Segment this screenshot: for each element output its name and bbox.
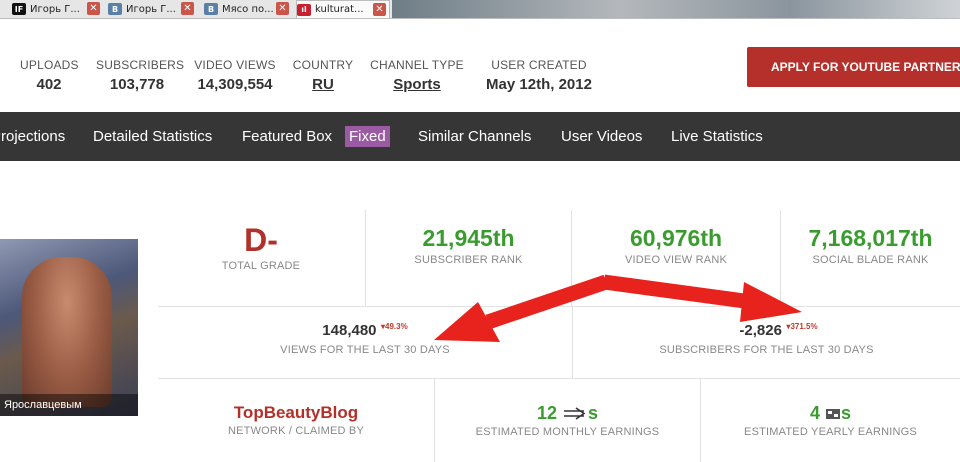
stat-user-created: USER CREATED May 12th, 2012 xyxy=(480,58,598,93)
social-blade-rank-value: 7,168,017th xyxy=(808,225,933,251)
tab-title: Игорь Г... xyxy=(30,3,80,15)
monthly-earnings-value: 12 xyxy=(536,403,557,423)
stat-uploads: UPLOADS 402 xyxy=(20,58,79,93)
subscriber-rank-label: SUBSCRIBER RANK xyxy=(414,254,523,266)
close-tab-icon[interactable]: ✕ xyxy=(276,2,289,15)
subs-30-days-change: 371.5% xyxy=(790,322,818,331)
video-view-rank-value: 60,976th xyxy=(629,225,723,251)
channel-banner-edge xyxy=(392,0,960,18)
stat-subscribers: SUBSCRIBERS 103,778 xyxy=(96,58,185,93)
social-blade-rank-card: 7,168,017th SOCIAL BLADE RANK xyxy=(781,225,960,266)
yearly-earnings-suffix: s xyxy=(841,403,852,423)
stat-value: 14,309,554 xyxy=(197,76,273,93)
subs-30-days-card: -2,826 ▾371.5% SUBSCRIBERS FOR THE LAST … xyxy=(573,322,960,356)
nav-featured-box[interactable]: Featured Box xyxy=(242,112,332,161)
yearly-earnings-card: 4 s ESTIMATED YEARLY EARNINGS xyxy=(701,403,960,438)
video-view-rank-card: 60,976th VIDEO VIEW RANK xyxy=(572,225,780,266)
if-site-icon: IF xyxy=(12,3,26,15)
nav-fixed-label: Fixed xyxy=(345,126,390,147)
censored-scribble-icon xyxy=(826,409,840,420)
browser-tab-1[interactable]: IF Игорь Г... ✕ xyxy=(12,0,100,18)
network-value[interactable]: TopBeautyBlog xyxy=(158,403,434,423)
stat-country: COUNTRY RU xyxy=(292,58,354,93)
network-card: TopBeautyBlog NETWORK / CLAIMED BY xyxy=(158,403,434,437)
vk-site-icon: B xyxy=(204,3,218,15)
total-grade-label: TOTAL GRADE xyxy=(221,260,301,272)
stat-channel-type: CHANNEL TYPE Sports xyxy=(370,58,464,93)
browser-tab-3[interactable]: B Мясо по... ✕ xyxy=(204,0,292,18)
divider xyxy=(158,378,960,379)
apply-partnership-button[interactable]: APPLY FOR YOUTUBE PARTNERSHIP xyxy=(747,47,960,87)
stat-label: COUNTRY xyxy=(292,58,354,72)
monthly-earnings-card: 12 s ESTIMATED MONTHLY EARNINGS xyxy=(435,403,700,438)
tab-title: kulturat... xyxy=(315,4,364,15)
nav-similar-channels[interactable]: Similar Channels xyxy=(418,112,531,161)
tab-title: Игорь Г... xyxy=(126,3,176,15)
nav-detailed-statistics[interactable]: Detailed Statistics xyxy=(93,112,212,161)
channel-avatar: Ярославцевым xyxy=(0,239,138,416)
stat-label: UPLOADS xyxy=(20,58,79,72)
nav-live-statistics[interactable]: Live Statistics xyxy=(671,112,763,161)
stat-label: SUBSCRIBERS xyxy=(96,58,185,72)
avatar-caption: Ярославцевым xyxy=(0,394,138,416)
stat-label: CHANNEL TYPE xyxy=(370,58,464,72)
subs-30-days-label: SUBSCRIBERS FOR THE LAST 30 DAYS xyxy=(659,344,874,356)
close-tab-icon[interactable]: ✕ xyxy=(87,2,100,15)
yearly-earnings-value: 4 xyxy=(809,403,820,423)
vk-site-icon: B xyxy=(108,3,122,15)
monthly-earnings-label: ESTIMATED MONTHLY EARNINGS xyxy=(475,426,660,438)
views-30-days-change: 49.3% xyxy=(385,322,408,331)
stat-value: May 12th, 2012 xyxy=(486,76,592,93)
social-blade-rank-label: SOCIAL BLADE RANK xyxy=(812,254,929,266)
stat-video-views: VIDEO VIEWS 14,309,554 xyxy=(194,58,276,93)
stat-value: 103,778 xyxy=(109,76,165,93)
nav-projections[interactable]: Projections xyxy=(0,112,65,161)
censored-scribble-icon xyxy=(564,407,586,420)
yearly-earnings-label: ESTIMATED YEARLY EARNINGS xyxy=(744,426,917,438)
nav-fixed[interactable]: Fixed xyxy=(345,112,390,161)
subscriber-rank-value: 21,945th xyxy=(422,225,515,251)
stat-label: VIDEO VIEWS xyxy=(194,58,276,72)
views-30-days-card: 148,480 ▾49.3% VIEWS FOR THE LAST 30 DAY… xyxy=(158,322,572,356)
total-grade-value: D- xyxy=(244,222,278,258)
total-grade-card: D- TOTAL GRADE xyxy=(196,224,326,272)
views-30-days-value: 148,480 xyxy=(322,322,377,339)
kulturat-site-icon: ıl xyxy=(297,3,311,16)
channel-type-link[interactable]: Sports xyxy=(370,76,464,93)
channel-nav-bar: Projections Detailed Statistics Featured… xyxy=(0,112,960,161)
subscriber-rank-card: 21,945th SUBSCRIBER RANK xyxy=(366,225,571,266)
country-link[interactable]: RU xyxy=(292,76,354,93)
nav-user-videos[interactable]: User Videos xyxy=(561,112,642,161)
video-view-rank-label: VIDEO VIEW RANK xyxy=(624,254,728,266)
subs-30-days-value: -2,826 xyxy=(739,322,782,339)
stat-label: USER CREATED xyxy=(491,58,587,72)
browser-tab-2[interactable]: B Игорь Г... ✕ xyxy=(108,0,196,18)
close-tab-icon[interactable]: ✕ xyxy=(181,2,194,15)
tab-title: Мясо по... xyxy=(222,3,274,15)
views-30-days-label: VIEWS FOR THE LAST 30 DAYS xyxy=(280,344,450,356)
network-label: NETWORK / CLAIMED BY xyxy=(227,425,365,437)
monthly-earnings-suffix: s xyxy=(588,403,599,423)
browser-tab-strip: IF Игорь Г... ✕ B Игорь Г... ✕ B Мясо по… xyxy=(0,0,960,19)
stat-value: 402 xyxy=(36,76,62,93)
browser-tab-4[interactable]: ıl kulturat... ✕ xyxy=(296,0,390,18)
avatar-photo xyxy=(22,257,112,407)
divider xyxy=(158,306,960,307)
arrow-to-subscribers xyxy=(602,274,802,322)
close-tab-icon[interactable]: ✕ xyxy=(373,3,386,16)
